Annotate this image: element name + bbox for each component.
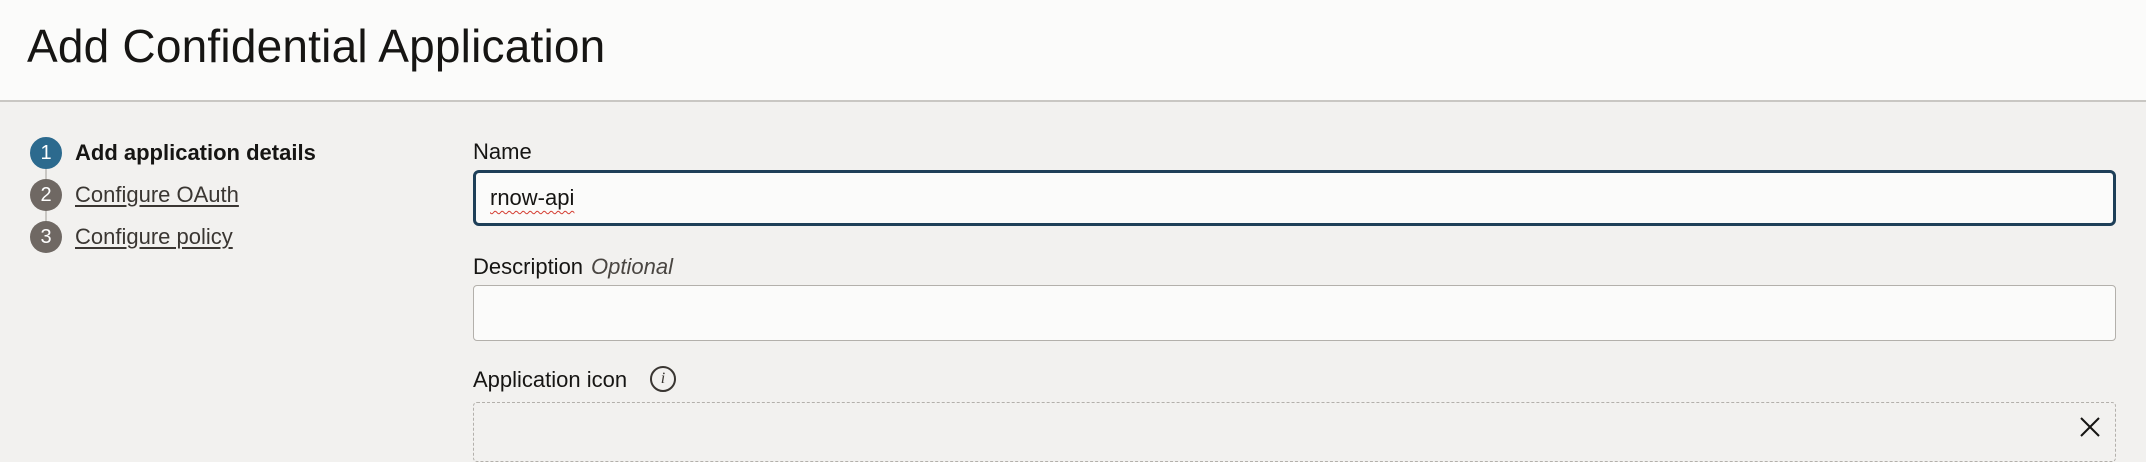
page-title: Add Confidential Application: [27, 20, 606, 72]
info-icon[interactable]: i: [650, 366, 676, 392]
step-number-badge: 3: [30, 221, 62, 253]
close-icon[interactable]: [2077, 414, 2103, 440]
description-label-text: Description: [473, 254, 584, 279]
step-label: Add application details: [75, 140, 316, 165]
application-icon-dropzone[interactable]: [473, 402, 2116, 462]
step-add-application-details: 1 Add application details: [30, 137, 316, 169]
step-configure-policy[interactable]: 3 Configure policy: [30, 221, 233, 253]
name-field-label: Name: [473, 139, 532, 164]
name-input-value: rnow-api: [490, 185, 575, 210]
application-icon-label: Application icon: [473, 367, 628, 392]
name-input[interactable]: rnow-api: [473, 170, 2116, 226]
optional-indicator: Optional: [591, 254, 673, 279]
step-number-badge: 2: [30, 179, 62, 211]
step-number-badge: 1: [30, 137, 62, 169]
step-link[interactable]: Configure OAuth: [75, 182, 239, 208]
step-configure-oauth[interactable]: 2 Configure OAuth: [30, 179, 239, 211]
description-field-label: Description Optional: [473, 254, 673, 280]
step-link[interactable]: Configure policy: [75, 224, 233, 250]
page-header: Add Confidential Application: [0, 0, 2146, 102]
description-input[interactable]: [473, 285, 2116, 341]
